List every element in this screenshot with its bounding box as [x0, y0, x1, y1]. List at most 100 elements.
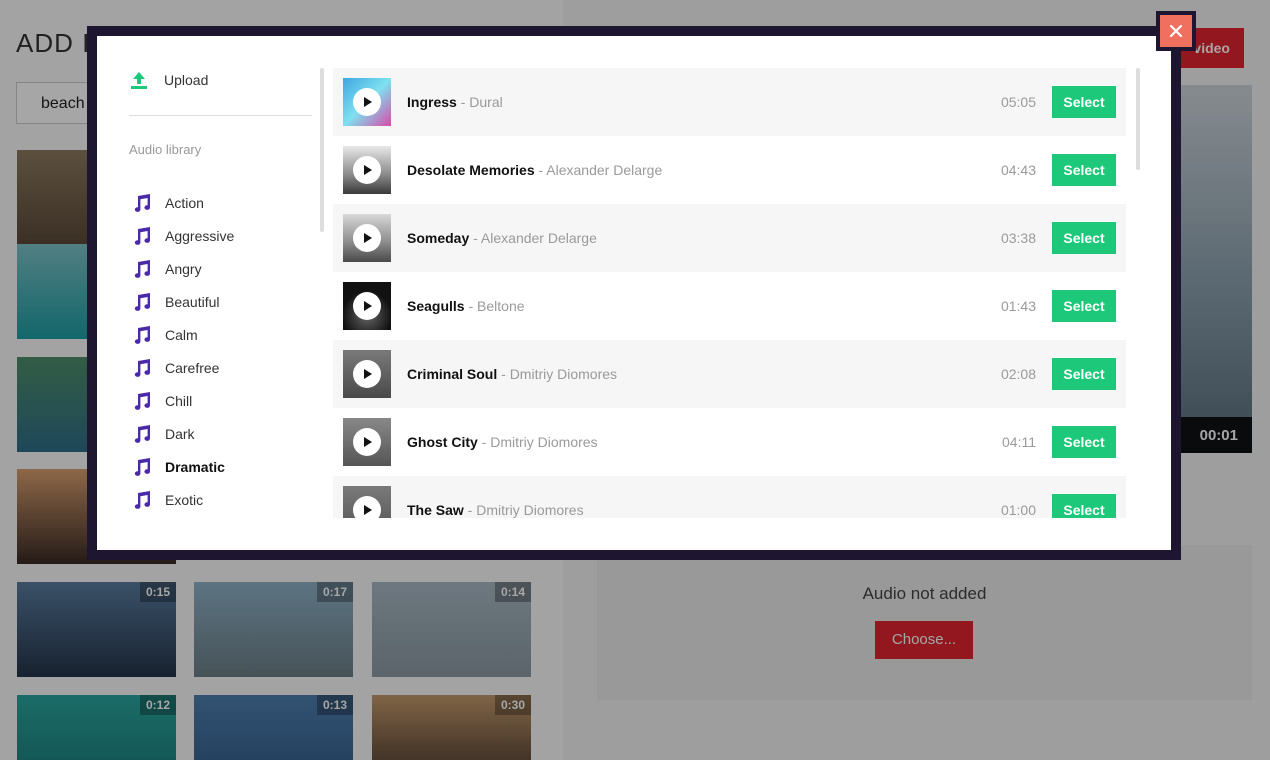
track-title: Ingress [407, 94, 457, 110]
track-duration: 04:43 [1000, 162, 1036, 178]
track-artist: Dmitriy Diomores [490, 434, 598, 450]
select-button[interactable]: Select [1052, 86, 1116, 118]
genre-item-chill[interactable]: Chill [129, 384, 319, 417]
track-info: The Saw - Dmitriy Diomores [407, 502, 1001, 518]
track-artist: Dmitriy Diomores [476, 502, 584, 518]
track-duration: 03:38 [1000, 230, 1036, 246]
play-icon [364, 97, 372, 107]
music-note-icon [134, 325, 151, 344]
track-row: Ghost City - Dmitriy Diomores 04:11 Sele… [333, 408, 1126, 476]
upload-button[interactable]: Upload [129, 69, 324, 91]
play-button[interactable] [353, 428, 381, 456]
genre-label: Chill [165, 392, 193, 409]
play-button[interactable] [353, 496, 381, 518]
genre-item-aggressive[interactable]: Aggressive [129, 219, 319, 252]
play-icon [364, 505, 372, 515]
close-modal-button[interactable] [1156, 11, 1196, 51]
genre-item-carefree[interactable]: Carefree [129, 351, 319, 384]
play-button[interactable] [353, 360, 381, 388]
close-icon [1169, 24, 1183, 38]
play-button[interactable] [353, 156, 381, 184]
track-info: Someday - Alexander Delarge [407, 230, 1001, 246]
play-icon [364, 233, 372, 243]
genre-label: Angry [165, 260, 202, 277]
track-artist: Alexander Delarge [546, 162, 663, 178]
music-note-icon [134, 457, 151, 476]
track-info: Criminal Soul - Dmitriy Diomores [407, 366, 1001, 382]
album-art [343, 350, 391, 398]
track-duration: 04:11 [1002, 434, 1036, 450]
track-row: Desolate Memories - Alexander Delarge 04… [333, 136, 1126, 204]
track-info: Ingress - Dural [407, 94, 1001, 110]
track-title: Someday [407, 230, 470, 246]
music-note-icon [134, 193, 151, 212]
genre-item-calm[interactable]: Calm [129, 318, 319, 351]
genre-label: Dramatic [165, 458, 225, 475]
track-row: The Saw - Dmitriy Diomores 01:00 Select [333, 476, 1126, 518]
track-artist-separator: - [469, 230, 481, 246]
genre-item-action[interactable]: Action [129, 186, 319, 219]
play-button[interactable] [353, 224, 381, 252]
track-title: Seagulls [407, 298, 465, 314]
sidebar-scrollbar[interactable] [320, 68, 324, 232]
genre-label: Dark [165, 425, 195, 442]
play-button[interactable] [353, 292, 381, 320]
play-icon [364, 437, 372, 447]
genre-label: Beautiful [165, 293, 220, 310]
genre-item-exotic[interactable]: Exotic [129, 483, 319, 516]
track-duration: 01:00 [1000, 502, 1036, 518]
sidebar-divider [129, 115, 312, 116]
play-button[interactable] [353, 88, 381, 116]
genre-label: Calm [165, 326, 198, 343]
genre-item-beautiful[interactable]: Beautiful [129, 285, 319, 318]
track-list: Ingress - Dural 05:05 Select Desolate Me… [333, 68, 1126, 518]
select-button[interactable]: Select [1052, 290, 1116, 322]
genre-item-dark[interactable]: Dark [129, 417, 319, 450]
track-duration: 01:43 [1000, 298, 1036, 314]
track-list-scrollbar[interactable] [1136, 68, 1140, 170]
music-note-icon [134, 292, 151, 311]
album-art [343, 146, 391, 194]
play-icon [364, 369, 372, 379]
track-info: Seagulls - Beltone [407, 298, 1001, 314]
track-title: Ghost City [407, 434, 478, 450]
music-note-icon [134, 259, 151, 278]
audio-picker-modal: Upload Audio library Action Aggressive A… [97, 36, 1171, 550]
album-art [343, 282, 391, 330]
track-info: Desolate Memories - Alexander Delarge [407, 162, 1001, 178]
upload-icon [131, 72, 147, 89]
select-button[interactable]: Select [1052, 358, 1116, 390]
genre-item-dramatic[interactable]: Dramatic [129, 450, 319, 483]
genre-label: Action [165, 194, 204, 211]
close-button-face [1160, 15, 1192, 47]
select-button[interactable]: Select [1052, 426, 1116, 458]
track-artist: Dmitriy Diomores [509, 366, 618, 382]
track-artist-separator: - [456, 94, 470, 110]
audio-sidebar: Upload Audio library Action Aggressive A… [129, 68, 324, 538]
track-row: Someday - Alexander Delarge 03:38 Select [333, 204, 1126, 272]
track-duration: 05:05 [1000, 94, 1036, 110]
album-art [343, 78, 391, 126]
track-info: Ghost City - Dmitriy Diomores [407, 434, 1002, 450]
album-art [343, 486, 391, 518]
track-artist: Dural [469, 94, 503, 110]
genre-label: Carefree [165, 359, 220, 376]
track-title: Criminal Soul [407, 366, 498, 382]
track-row: Ingress - Dural 05:05 Select [333, 68, 1126, 136]
track-artist-separator: - [497, 366, 510, 382]
select-button[interactable]: Select [1052, 222, 1116, 254]
genre-item-angry[interactable]: Angry [129, 252, 319, 285]
play-icon [364, 301, 372, 311]
library-title: Audio library [129, 142, 202, 157]
select-button[interactable]: Select [1052, 154, 1116, 186]
album-art [343, 418, 391, 466]
track-artist-separator: - [477, 434, 491, 450]
music-note-icon [134, 226, 151, 245]
track-artist-separator: - [464, 298, 478, 314]
track-row: Seagulls - Beltone 01:43 Select [333, 272, 1126, 340]
select-button[interactable]: Select [1052, 494, 1116, 518]
music-note-icon [134, 358, 151, 377]
play-icon [364, 165, 372, 175]
track-title: Desolate Memories [407, 162, 535, 178]
track-row: Criminal Soul - Dmitriy Diomores 02:08 S… [333, 340, 1126, 408]
